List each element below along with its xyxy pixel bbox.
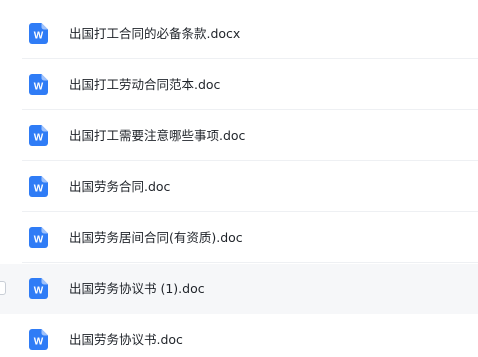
svg-text:W: W xyxy=(34,337,44,348)
file-name[interactable]: 出国劳务协议书 (1).doc xyxy=(69,264,205,314)
row-divider xyxy=(22,58,478,59)
svg-text:W: W xyxy=(34,235,44,246)
word-document-icon: W xyxy=(29,227,48,248)
word-document-icon: W xyxy=(29,329,48,350)
word-document-icon: W xyxy=(29,23,48,44)
row-divider xyxy=(22,109,478,110)
file-list: W 出国打工合同的必备条款.docx W 出国打工劳动合同范本.doc W 出国… xyxy=(0,0,478,357)
svg-text:W: W xyxy=(34,31,44,42)
row-divider xyxy=(22,211,478,212)
row-divider xyxy=(22,160,478,161)
file-name[interactable]: 出国劳务合同.doc xyxy=(69,162,170,212)
row-checkbox[interactable] xyxy=(0,281,6,295)
word-document-icon: W xyxy=(29,125,48,146)
word-document-icon: W xyxy=(29,74,48,95)
file-row-selected[interactable]: W 出国劳务协议书 (1).doc xyxy=(0,264,478,314)
svg-text:W: W xyxy=(34,133,44,144)
file-name[interactable]: 出国劳务协议书.doc xyxy=(69,315,183,357)
file-row[interactable]: W 出国劳务居间合同(有资质).doc xyxy=(0,213,478,263)
file-name[interactable]: 出国打工劳动合同范本.doc xyxy=(69,60,220,110)
row-divider xyxy=(22,262,478,263)
file-row[interactable]: W 出国打工劳动合同范本.doc xyxy=(0,60,478,110)
word-document-icon: W xyxy=(29,278,48,299)
file-row[interactable]: W 出国打工需要注意哪些事项.doc xyxy=(0,111,478,161)
file-row[interactable]: W 出国劳务合同.doc xyxy=(0,162,478,212)
file-name[interactable]: 出国打工合同的必备条款.docx xyxy=(69,9,240,59)
file-name[interactable]: 出国劳务居间合同(有资质).doc xyxy=(69,213,243,263)
svg-text:W: W xyxy=(34,82,44,93)
svg-text:W: W xyxy=(34,286,44,297)
word-document-icon: W xyxy=(29,176,48,197)
file-name[interactable]: 出国打工需要注意哪些事项.doc xyxy=(69,111,245,161)
svg-text:W: W xyxy=(34,184,44,195)
file-row[interactable]: W 出国劳务协议书.doc xyxy=(0,315,478,357)
file-row[interactable]: W 出国打工合同的必备条款.docx xyxy=(0,9,478,59)
